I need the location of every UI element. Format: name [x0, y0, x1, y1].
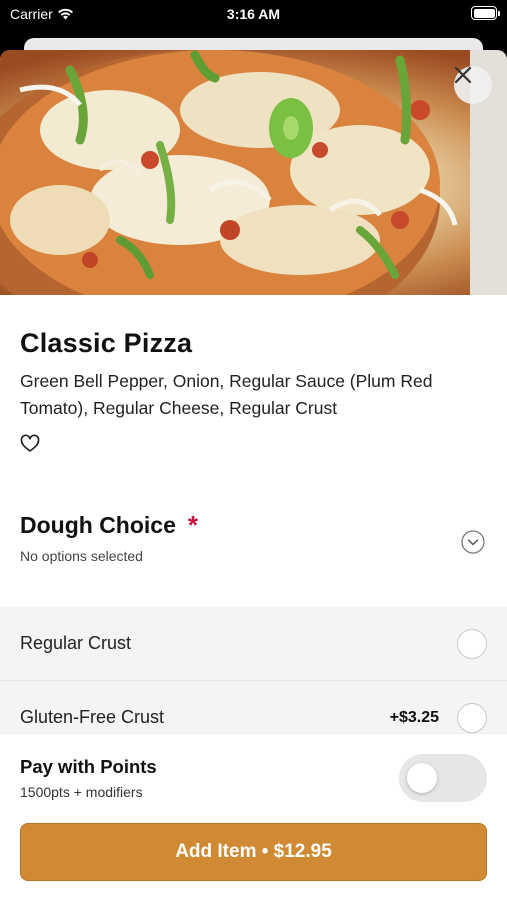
required-indicator: * — [187, 510, 199, 540]
points-subtitle: 1500pts + modifiers — [20, 784, 143, 800]
battery-icon — [471, 6, 500, 20]
radio-button[interactable] — [457, 628, 487, 659]
dough-choice-title: Dough Choice * — [20, 510, 487, 541]
selection-status: No options selected — [20, 548, 143, 564]
radio-button[interactable] — [457, 702, 487, 733]
chevron-down-icon[interactable] — [461, 530, 485, 554]
toggle-knob — [407, 763, 437, 793]
option-price: +$3.25 — [389, 708, 439, 726]
item-title: Classic Pizza — [20, 328, 193, 358]
option-label: Regular Crust — [20, 633, 132, 653]
option-regular-crust[interactable]: Regular Crust — [0, 607, 507, 681]
status-bar: Carrier 3:16 AM — [0, 0, 507, 30]
group-title-label: Dough Choice — [20, 512, 176, 538]
pizza-illustration — [0, 50, 507, 295]
checkout-bar: Pay with Points 1500pts + modifiers Add … — [0, 733, 507, 900]
clock: 3:16 AM — [226, 6, 281, 22]
dough-choice-header[interactable]: Dough Choice * No options selected — [20, 510, 487, 580]
item-photo — [0, 50, 507, 295]
points-title: Pay with Points — [20, 756, 157, 777]
points-toggle[interactable] — [399, 754, 487, 802]
item-info: Classic Pizza Green Bell Pepper, Onion, … — [0, 328, 507, 580]
add-item-button[interactable]: Add Item • $12.95 — [20, 823, 487, 881]
option-label: Gluten-Free Crust — [20, 707, 165, 727]
close-icon — [454, 66, 472, 84]
close-button[interactable] — [454, 66, 492, 104]
heart-icon[interactable] — [20, 434, 40, 454]
pay-with-points-row: Pay with Points 1500pts + modifiers — [0, 734, 507, 814]
item-description: Green Bell Pepper, Onion, Regular Sauce … — [20, 371, 433, 418]
